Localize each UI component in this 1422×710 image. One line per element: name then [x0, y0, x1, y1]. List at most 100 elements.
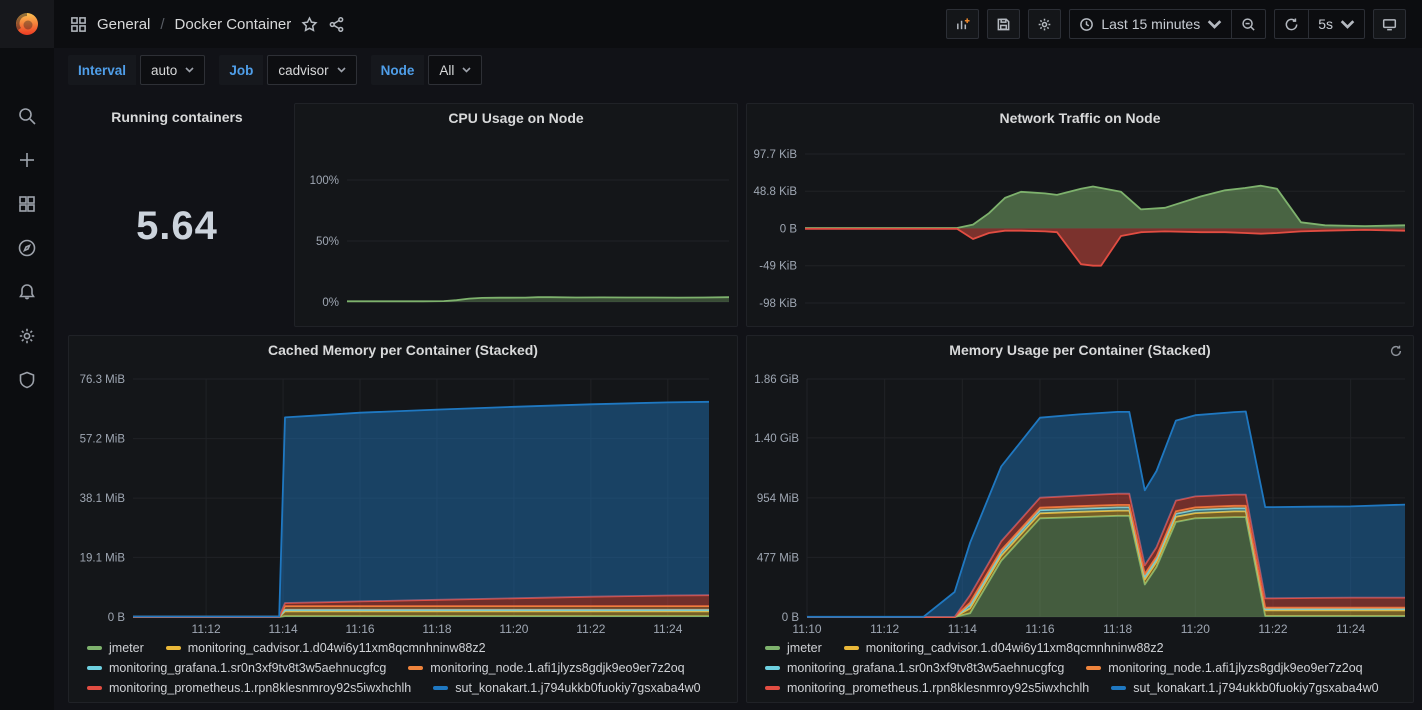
y-axis-label: 477 MiB — [757, 552, 800, 564]
variable-label: Node — [371, 55, 425, 85]
variable-interval: Interval auto — [68, 55, 205, 85]
legend-swatch-icon — [765, 666, 780, 670]
legend-swatch-icon — [87, 666, 102, 670]
series-area-sut_konakart.1.j794ukkb0fuokiy7gsxaba4w0 — [133, 402, 709, 617]
panel-refresh-icon[interactable] — [1389, 344, 1403, 358]
panel-cached-memory: Cached Memory per Container (Stacked) 11… — [68, 335, 738, 703]
cpu-usage-chart[interactable]: 100%50%0% — [295, 134, 737, 328]
breadcrumb-section[interactable]: General — [97, 16, 150, 33]
memory-usage-chart[interactable]: 11:1011:1211:1411:1611:1811:2011:2211:24… — [747, 364, 1413, 636]
add-panel-icon — [955, 17, 970, 32]
legend-row: monitoring_prometheus.1.rpn8klesnmroy92s… — [765, 678, 1413, 698]
breadcrumb-page-title[interactable]: Docker Container — [175, 16, 292, 33]
legend-item[interactable]: sut_konakart.1.j794ukkb0fuokiy7gsxaba4w0 — [1111, 681, 1378, 695]
y-axis-label: 97.7 KiB — [754, 149, 798, 161]
legend-item[interactable]: sut_konakart.1.j794ukkb0fuokiy7gsxaba4w0 — [433, 681, 700, 695]
refresh-icon — [1284, 17, 1299, 32]
legend-series-name: monitoring_prometheus.1.rpn8klesnmroy92s… — [787, 681, 1089, 695]
legend-item[interactable]: monitoring_cadvisor.1.d04wi6y11xm8qcmnhn… — [844, 641, 1164, 655]
stat-value: 5.64 — [68, 131, 286, 281]
x-axis-label: 11:14 — [948, 622, 977, 636]
save-dashboard-button[interactable] — [987, 9, 1020, 39]
clock-icon — [1079, 17, 1094, 32]
x-axis-label: 11:20 — [499, 622, 528, 636]
legend-item[interactable]: jmeter — [765, 641, 822, 655]
dashboard-settings-button[interactable] — [1028, 9, 1061, 39]
variable-label: Interval — [68, 55, 136, 85]
network-traffic-chart[interactable]: 97.7 KiB48.8 KiB0 B-49 KiB-98 KiB — [747, 134, 1413, 328]
panel-title[interactable]: CPU Usage on Node — [295, 104, 737, 132]
panel-title[interactable]: Network Traffic on Node — [747, 104, 1413, 132]
legend-series-name: sut_konakart.1.j794ukkb0fuokiy7gsxaba4w0 — [455, 681, 700, 695]
y-axis-label: 50% — [316, 236, 339, 248]
legend-item[interactable]: jmeter — [87, 641, 144, 655]
y-axis-label: 19.1 MiB — [80, 552, 126, 564]
star-icon[interactable] — [301, 16, 318, 33]
variable-value-dropdown[interactable]: All — [428, 55, 482, 85]
legend-series-name: monitoring_grafana.1.sr0n3xf9tv8t3w5aehn… — [787, 661, 1064, 675]
x-axis-label: 11:22 — [1258, 622, 1287, 636]
navbar-actions: Last 15 minutes 5s — [946, 9, 1406, 39]
explore-compass-icon[interactable] — [17, 238, 37, 258]
cached-memory-chart[interactable]: 11:1211:1411:1611:1811:2011:2211:2476.3 … — [69, 364, 737, 636]
time-range-button[interactable]: Last 15 minutes — [1070, 10, 1231, 38]
chevron-down-icon — [1207, 17, 1222, 32]
cached-memory-legend: jmeter monitoring_cadvisor.1.d04wi6y11xm8… — [69, 636, 737, 698]
panel-memory-usage: Memory Usage per Container (Stacked) 11:… — [746, 335, 1414, 703]
legend-item[interactable]: monitoring_cadvisor.1.d04wi6y11xm8qcmnhn… — [166, 641, 486, 655]
x-axis-label: 11:24 — [653, 622, 682, 636]
tv-mode-button[interactable] — [1373, 9, 1406, 39]
variable-value: auto — [151, 63, 177, 78]
variable-node: Node All — [371, 55, 483, 85]
legend-item[interactable]: monitoring_grafana.1.sr0n3xf9tv8t3w5aehn… — [765, 661, 1064, 675]
panel-title[interactable]: Memory Usage per Container (Stacked) — [747, 336, 1413, 364]
x-axis-label: 11:16 — [1025, 622, 1054, 636]
x-axis-label: 11:14 — [268, 622, 297, 636]
x-axis-label: 11:24 — [1336, 622, 1365, 636]
y-axis-label: 1.86 GiB — [754, 374, 799, 386]
legend-item[interactable]: monitoring_grafana.1.sr0n3xf9tv8t3w5aehn… — [87, 661, 386, 675]
legend-series-name: monitoring_cadvisor.1.d04wi6y11xm8qcmnhn… — [866, 641, 1164, 655]
add-panel-button[interactable] — [946, 9, 979, 39]
legend-series-name: jmeter — [787, 641, 822, 655]
admin-shield-icon[interactable] — [17, 370, 37, 390]
chevron-down-icon — [462, 67, 471, 73]
cpu-canvas: 100%50%0% — [295, 134, 737, 328]
legend-row: monitoring_prometheus.1.rpn8klesnmroy92s… — [87, 678, 737, 698]
zoom-out-button[interactable] — [1231, 10, 1265, 38]
dashboards-icon[interactable] — [17, 194, 37, 214]
sidebar — [0, 0, 54, 710]
legend-item[interactable]: monitoring_node.1.afi1jlyzs8gdjk9eo9er7z… — [1086, 661, 1362, 675]
y-axis-label: 0 B — [108, 612, 126, 624]
variable-value-dropdown[interactable]: auto — [140, 55, 205, 85]
legend-series-name: monitoring_node.1.afi1jlyzs8gdjk9eo9er7z… — [430, 661, 684, 675]
legend-row: monitoring_grafana.1.sr0n3xf9tv8t3w5aehn… — [87, 658, 737, 678]
refresh-button[interactable] — [1275, 10, 1308, 38]
legend-series-name: monitoring_cadvisor.1.d04wi6y11xm8qcmnhn… — [188, 641, 486, 655]
y-axis-label: 76.3 MiB — [80, 374, 126, 386]
legend-item[interactable]: monitoring_node.1.afi1jlyzs8gdjk9eo9er7z… — [408, 661, 684, 675]
y-axis-label: 0 B — [780, 223, 798, 235]
legend-swatch-icon — [433, 686, 448, 690]
top-navbar: General / Docker Container Last 15 minut… — [54, 0, 1422, 48]
legend-item[interactable]: monitoring_prometheus.1.rpn8klesnmroy92s… — [765, 681, 1089, 695]
legend-swatch-icon — [87, 686, 102, 690]
search-icon[interactable] — [17, 106, 37, 126]
y-axis-label: 954 MiB — [757, 493, 800, 505]
alerting-bell-icon[interactable] — [17, 282, 37, 302]
time-range-label: Last 15 minutes — [1101, 16, 1200, 32]
share-icon[interactable] — [328, 16, 345, 33]
refresh-interval-button[interactable]: 5s — [1308, 10, 1364, 38]
plus-icon[interactable] — [17, 150, 37, 170]
grafana-logo[interactable] — [0, 0, 54, 48]
legend-item[interactable]: monitoring_prometheus.1.rpn8klesnmroy92s… — [87, 681, 411, 695]
panel-title[interactable]: Cached Memory per Container (Stacked) — [69, 336, 737, 364]
configuration-gear-icon[interactable] — [17, 326, 37, 346]
chevron-down-icon — [185, 67, 194, 73]
legend-series-name: monitoring_prometheus.1.rpn8klesnmroy92s… — [109, 681, 411, 695]
x-axis-label: 11:18 — [422, 622, 451, 636]
time-picker: Last 15 minutes — [1069, 9, 1266, 39]
variable-value: cadvisor — [278, 63, 328, 78]
variable-value-dropdown[interactable]: cadvisor — [267, 55, 356, 85]
save-icon — [996, 17, 1011, 32]
